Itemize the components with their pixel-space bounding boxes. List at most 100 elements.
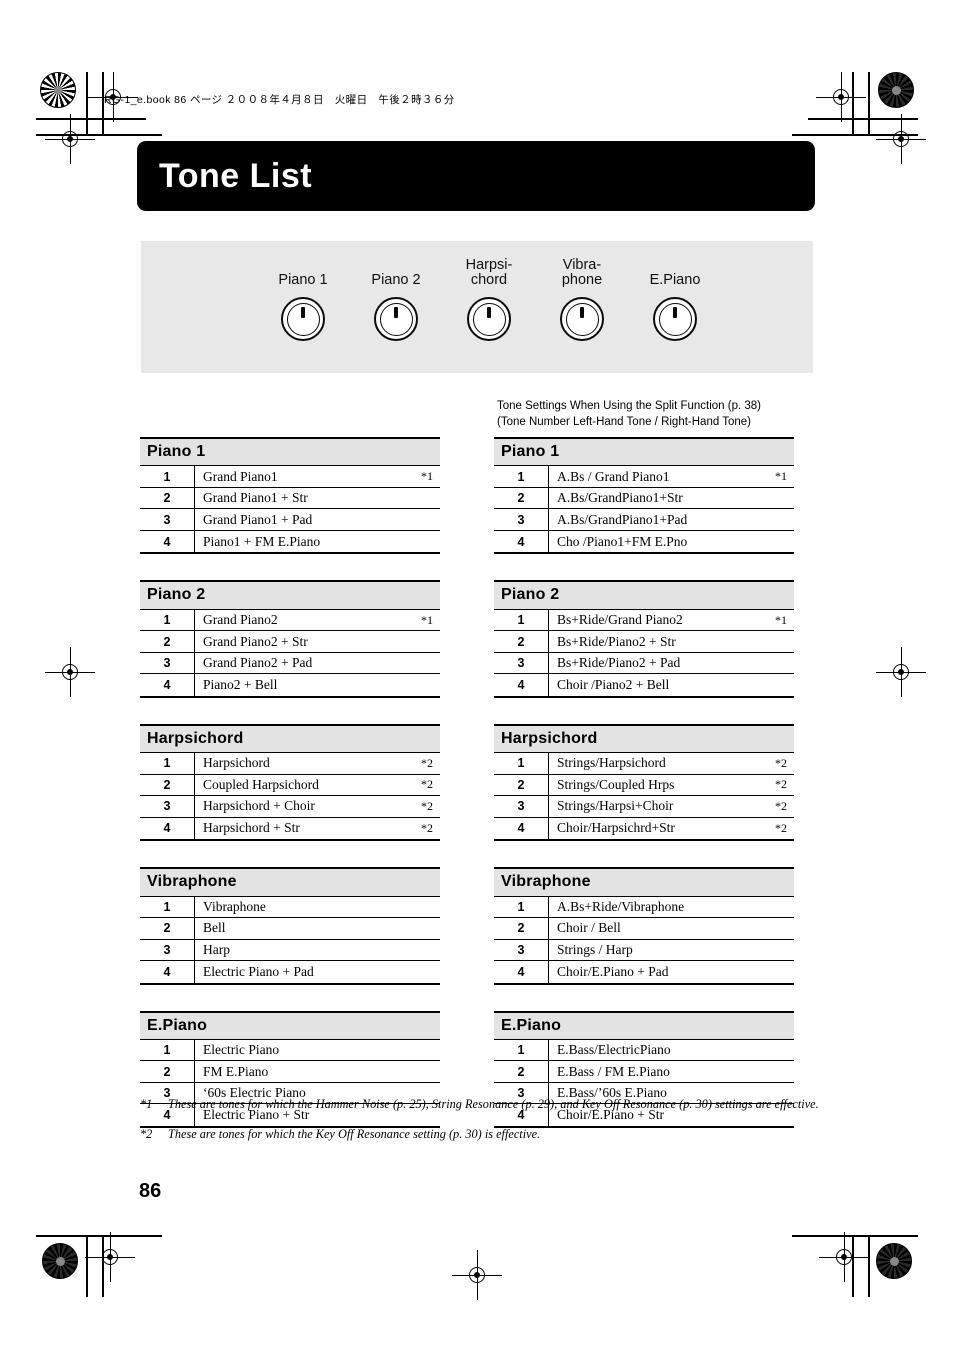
tone-name-cell: Grand Piano2 + Pad xyxy=(195,653,440,674)
tone-name-cell: A.Bs/GrandPiano1+Pad xyxy=(549,509,794,530)
tone-number: 4 xyxy=(140,530,195,553)
tone-name-cell: Grand Piano1 + Str xyxy=(195,488,440,509)
tone-name-cell: Piano2 + Bell xyxy=(195,674,440,696)
label-line-1: Piano 2 xyxy=(371,272,421,289)
tone-button-e-piano[interactable]: E.Piano xyxy=(640,255,711,341)
tone-name-cell: Grand Piano2 *1 xyxy=(195,610,440,631)
table-row: 1 A.Bs+Ride/Vibraphone xyxy=(494,896,794,919)
tone-button-vibraphone[interactable]: Vibra- phone xyxy=(547,255,618,341)
tone-name: Piano2 + Bell xyxy=(203,677,278,693)
tone-name: E.Bass/ElectricPiano xyxy=(557,1042,671,1058)
tone-table-right-piano-1: Piano 1 1 A.Bs / Grand Piano1 *1 2 A.Bs/Grand… xyxy=(494,437,794,555)
tone-name: A.Bs+Ride/Vibraphone xyxy=(557,898,685,914)
tone-name: Choir / Bell xyxy=(557,920,621,936)
knob-icon[interactable] xyxy=(560,297,604,341)
footnote-marker: *2 xyxy=(421,777,433,792)
split-function-note: Tone Settings When Using the Split Funct… xyxy=(497,398,761,431)
split-note-line-2: (Tone Number Left-Hand Tone / Right-Hand… xyxy=(497,416,751,429)
table-row: 4 Choir /Piano2 + Bell xyxy=(494,674,794,696)
table-row: 4 Choir/Harpsichrd+Str *2 xyxy=(494,817,794,840)
table-row: 1 A.Bs / Grand Piano1 *1 xyxy=(494,466,794,488)
footnote-marker: *2 xyxy=(421,755,433,770)
table-row: 2 A.Bs/GrandPiano1+Str xyxy=(494,487,794,510)
label-line-2: phone xyxy=(561,272,603,289)
footnote-mark: *2 xyxy=(140,1126,153,1141)
tone-name: Grand Piano2 + Pad xyxy=(203,655,313,671)
table-row: 1 Grand Piano1 *1 xyxy=(140,466,440,488)
tone-name-cell: E.Bass / FM E.Piano xyxy=(549,1061,794,1082)
split-note-line-1: Tone Settings When Using the Split Funct… xyxy=(497,400,762,412)
knob-icon[interactable] xyxy=(374,297,418,341)
tone-number: 4 xyxy=(140,674,195,696)
tone-name: Grand Piano2 + Str xyxy=(203,633,308,649)
table-row: 1 Strings/Harpsichord *2 xyxy=(494,753,794,775)
tone-name: Bs+Ride/Piano2 + Str xyxy=(557,633,676,649)
tone-button-harpsichord[interactable]: Harpsi- chord xyxy=(454,255,525,341)
table-row: 4 Piano2 + Bell xyxy=(140,674,440,696)
tone-table-header: Piano 1 xyxy=(494,437,794,467)
tone-button-row: Piano 1 Piano 2 Harpsi- chord Vibra- pho… xyxy=(141,241,813,373)
tone-number: 1 xyxy=(494,1039,549,1061)
footnote-list: *1 These are tones for which the Hammer N… xyxy=(140,1097,820,1157)
tone-table-body: 1 Grand Piano1 *1 2 Grand Piano1 + Str 3 Grand… xyxy=(140,466,440,555)
label-line-1: E.Piano xyxy=(649,272,701,289)
tone-name: Bs+Ride/Grand Piano2 xyxy=(557,612,683,628)
tone-name: A.Bs/GrandPiano1+Str xyxy=(557,490,683,506)
tone-table-header: Harpsichord xyxy=(140,723,440,754)
tone-name-cell: Harpsichord *2 xyxy=(195,753,440,774)
tone-name-cell: Bs+Ride/Piano2 + Str xyxy=(549,631,794,652)
tone-table-left-piano-2: Piano 2 1 Grand Piano2 *1 2 Grand Piano2 + St… xyxy=(140,580,440,698)
tone-name: Strings/Harpsichord xyxy=(557,755,666,771)
tone-name: Harp xyxy=(203,941,230,957)
tone-name-cell: Electric Piano xyxy=(195,1040,440,1061)
knob-icon[interactable] xyxy=(653,297,697,341)
tone-number: 2 xyxy=(140,1061,195,1082)
tone-name-cell: Strings / Harp xyxy=(549,940,794,961)
table-row: 1 Harpsichord *2 xyxy=(140,753,440,775)
table-row: 4 Piano1 + FM E.Piano xyxy=(140,530,440,553)
tone-name: FM E.Piano xyxy=(203,1063,269,1079)
knob-icon[interactable] xyxy=(281,297,325,341)
tone-table-body: 1 A.Bs+Ride/Vibraphone 2 Choir / Bell 3 Strin… xyxy=(494,896,794,985)
tone-table-header: Vibraphone xyxy=(140,867,440,897)
tone-table-right-harpsichord: Harpsichord 1 Strings/Harpsichord *2 2 String… xyxy=(494,723,794,842)
tone-name-cell: Strings/Harpsi+Choir *2 xyxy=(549,796,794,817)
tone-table-header: E.Piano xyxy=(494,1010,794,1040)
table-row: 3 A.Bs/GrandPiano1+Pad xyxy=(494,509,794,531)
tone-name: E.Bass / FM E.Piano xyxy=(557,1063,670,1079)
right-tone-table-column: Piano 1 1 A.Bs / Grand Piano1 *1 2 A.Bs/Grand… xyxy=(494,437,794,1154)
tone-name-cell: Bs+Ride/Piano2 + Pad xyxy=(549,653,794,674)
tone-name-cell: Choir /Piano2 + Bell xyxy=(549,674,794,696)
footnote-mark: *1 xyxy=(140,1097,153,1111)
table-row: 3 Strings / Harp xyxy=(494,939,794,962)
table-row: 4 Harpsichord + Str *2 xyxy=(140,817,440,840)
table-row: 1 Grand Piano2 *1 xyxy=(140,609,440,632)
tone-number: 1 xyxy=(140,753,195,774)
running-header: RG-1_e.book 86 ページ ２００８年４月８日 火曜日 午後２時３６分 xyxy=(104,94,455,106)
tone-name: A.Bs/GrandPiano1+Pad xyxy=(557,511,688,527)
tone-button-label: Piano 2 xyxy=(371,255,420,289)
tone-table-header: Vibraphone xyxy=(494,867,794,897)
tone-name-cell: Electric Piano + Pad xyxy=(195,961,440,983)
footnote-marker: *1 xyxy=(775,469,787,484)
tone-button-piano-1[interactable]: Piano 1 xyxy=(268,255,339,341)
tone-name: Harpsichord xyxy=(203,755,270,771)
tone-table-body: 1 Bs+Ride/Grand Piano2 *1 2 Bs+Ride/Piano2 +… xyxy=(494,609,794,698)
tone-button-label: Piano 1 xyxy=(278,255,327,289)
document-page: RG-1_e.book 86 ページ ２００８年４月８日 火曜日 午後２時３６分… xyxy=(0,0,954,1351)
knob-icon[interactable] xyxy=(467,297,511,341)
tone-number: 3 xyxy=(494,509,549,530)
tone-table-header: Harpsichord xyxy=(494,723,794,754)
tone-number: 3 xyxy=(494,796,549,817)
footnote-text: These are tones for which the Hammer Noi… xyxy=(168,1097,819,1111)
tone-name-cell: Cho /Piano1+FM E.Pno xyxy=(549,531,794,553)
tone-button-piano-2[interactable]: Piano 2 xyxy=(361,255,432,341)
tone-name-cell: Choir/E.Piano + Pad xyxy=(549,961,794,983)
tone-number: 2 xyxy=(140,774,195,796)
table-row: 4 Choir/E.Piano + Pad xyxy=(494,961,794,983)
table-row: 2 FM E.Piano xyxy=(140,1061,440,1083)
tone-table-body: 1 Harpsichord *2 2 Coupled Harpsichord *2 3 Har… xyxy=(140,753,440,842)
tone-number: 1 xyxy=(494,466,549,487)
tone-name-cell: A.Bs+Ride/Vibraphone xyxy=(549,897,794,918)
label-line-1: Vibra- xyxy=(562,256,602,273)
